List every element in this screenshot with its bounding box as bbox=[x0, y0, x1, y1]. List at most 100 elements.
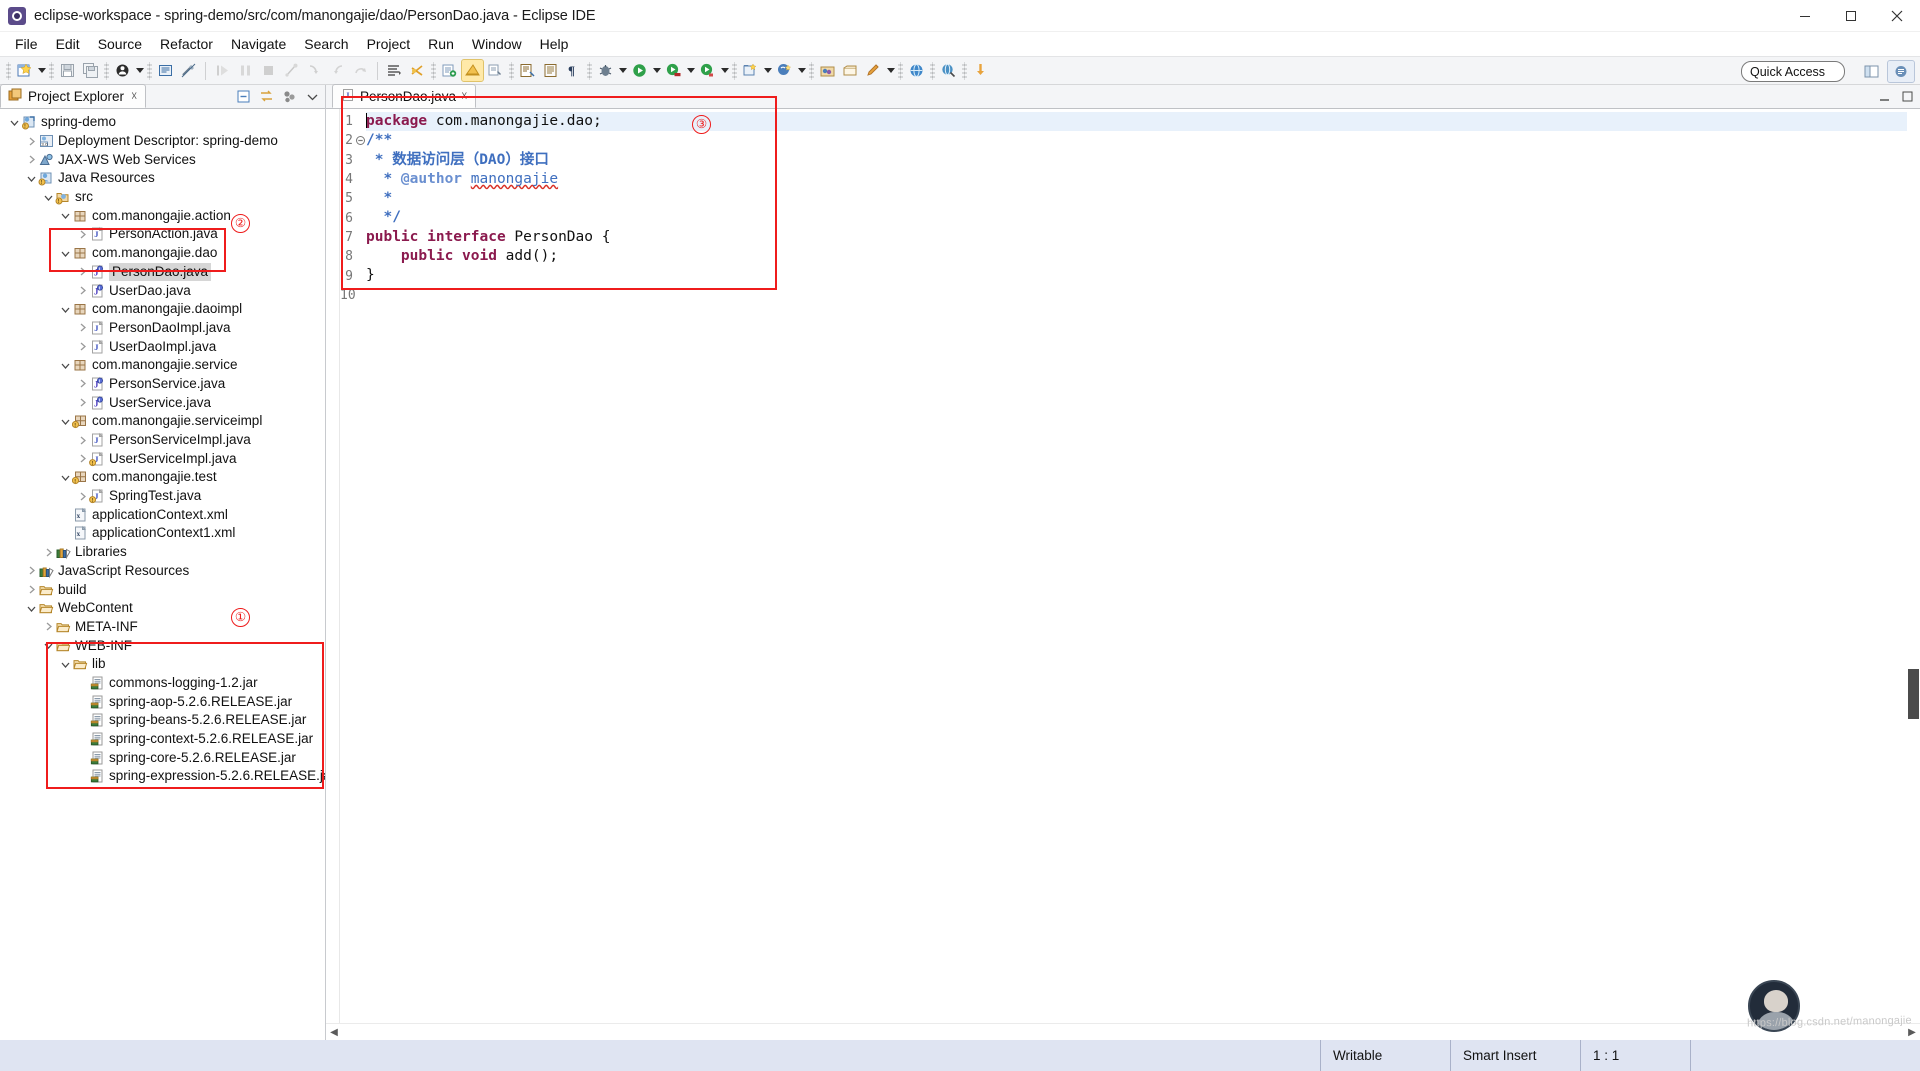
open-console-icon[interactable] bbox=[840, 60, 861, 81]
code-line[interactable]: } bbox=[366, 266, 1920, 285]
code-line[interactable]: * bbox=[366, 189, 1920, 208]
code-line[interactable]: public interface PersonDao { bbox=[366, 228, 1920, 247]
scrollbar-thumb[interactable] bbox=[1908, 669, 1919, 719]
chevron-right-icon[interactable] bbox=[42, 546, 55, 559]
chevron-down-icon[interactable] bbox=[59, 415, 72, 428]
menu-source[interactable]: Source bbox=[89, 34, 151, 54]
chevron-right-icon[interactable] bbox=[76, 321, 89, 334]
chevron-right-icon[interactable] bbox=[76, 490, 89, 503]
chevron-down-icon[interactable] bbox=[59, 247, 72, 260]
resume-icon[interactable] bbox=[212, 60, 233, 81]
chevron-right-icon[interactable] bbox=[76, 284, 89, 297]
menu-run[interactable]: Run bbox=[419, 34, 463, 54]
chevron-right-icon[interactable] bbox=[76, 228, 89, 241]
annotation-dropdown-icon[interactable] bbox=[885, 60, 896, 81]
view-menu-filter-icon[interactable] bbox=[281, 88, 298, 105]
minimize-view-icon[interactable] bbox=[1876, 88, 1893, 105]
tree-item[interactable]: J I PersonDao.java bbox=[0, 262, 325, 282]
new-wizard-dropdown-icon[interactable] bbox=[36, 60, 47, 81]
tree-item[interactable]: ! Java Resources bbox=[0, 169, 325, 188]
tree-item[interactable]: WEB-INF bbox=[0, 636, 325, 655]
tree-item[interactable]: J I UserDao.java bbox=[0, 281, 325, 300]
chevron-right-icon[interactable] bbox=[76, 340, 89, 353]
terminate-icon[interactable] bbox=[258, 60, 279, 81]
code-line[interactable]: public void add(); bbox=[366, 247, 1920, 266]
editor-horizontal-scrollbar[interactable]: ◀ ▶ bbox=[326, 1023, 1920, 1040]
chevron-down-icon[interactable] bbox=[25, 602, 38, 615]
skip-breakpoints-icon[interactable] bbox=[407, 60, 428, 81]
chevron-right-icon[interactable] bbox=[42, 620, 55, 633]
open-task-icon[interactable] bbox=[461, 59, 484, 82]
maximize-button[interactable] bbox=[1828, 0, 1874, 32]
chevron-right-icon[interactable] bbox=[76, 396, 89, 409]
chevron-down-icon[interactable] bbox=[42, 191, 55, 204]
open-file-icon[interactable] bbox=[540, 60, 561, 81]
chevron-down-icon[interactable] bbox=[59, 658, 72, 671]
minimize-button[interactable] bbox=[1782, 0, 1828, 32]
tree-item[interactable]: com.manongajie.dao bbox=[0, 244, 325, 263]
menu-file[interactable]: File bbox=[6, 34, 47, 54]
step-over-icon[interactable] bbox=[327, 60, 348, 81]
chevron-down-icon[interactable] bbox=[59, 471, 72, 484]
tree-item[interactable]: spring-expression-5.2.6.RELEASE.jar bbox=[0, 767, 325, 786]
chevron-right-icon[interactable] bbox=[76, 452, 89, 465]
annotation-icon[interactable] bbox=[863, 60, 884, 81]
tree-item[interactable]: J! UserServiceImpl.java bbox=[0, 449, 325, 468]
open-type-icon[interactable] bbox=[439, 60, 460, 81]
chevron-right-icon[interactable] bbox=[25, 135, 38, 148]
tree-item[interactable]: spring-core-5.2.6.RELEASE.jar bbox=[0, 748, 325, 767]
run-as-server-dropdown-icon[interactable] bbox=[685, 60, 696, 81]
chevron-down-icon[interactable] bbox=[8, 116, 21, 129]
tree-item[interactable]: com.manongajie.daoimpl bbox=[0, 300, 325, 319]
suspend-icon[interactable] bbox=[235, 60, 256, 81]
tree-item[interactable]: ! src bbox=[0, 188, 325, 207]
chevron-down-icon[interactable] bbox=[59, 359, 72, 372]
chevron-right-icon[interactable] bbox=[25, 153, 38, 166]
tab-project-explorer[interactable]: Project Explorer ☓ bbox=[0, 84, 147, 108]
chevron-down-icon[interactable] bbox=[59, 303, 72, 316]
scroll-left-icon[interactable]: ◀ bbox=[326, 1024, 342, 1040]
web-search-icon[interactable] bbox=[938, 60, 959, 81]
menu-edit[interactable]: Edit bbox=[47, 34, 89, 54]
tree-item[interactable]: J PersonDaoImpl.java bbox=[0, 319, 325, 338]
view-menu-icon[interactable] bbox=[304, 88, 321, 105]
code-line[interactable]: * 数据访问层（DAO）接口 bbox=[366, 151, 1920, 170]
annotate-icon[interactable] bbox=[485, 60, 506, 81]
fold-collapse-icon[interactable] bbox=[355, 135, 366, 146]
tree-item[interactable]: WebContent bbox=[0, 599, 325, 618]
tree-item[interactable]: J PersonServiceImpl.java bbox=[0, 431, 325, 450]
open-editor-icon[interactable] bbox=[517, 60, 538, 81]
save-all-icon[interactable] bbox=[80, 60, 101, 81]
search-reference-icon[interactable] bbox=[774, 60, 795, 81]
tree-item[interactable]: Libraries bbox=[0, 543, 325, 562]
chevron-right-icon[interactable] bbox=[76, 377, 89, 390]
new-project-dropdown-icon[interactable] bbox=[762, 60, 773, 81]
tree-item[interactable]: build bbox=[0, 580, 325, 599]
close-icon[interactable]: ☓ bbox=[461, 89, 467, 103]
tree-item[interactable]: META-INF bbox=[0, 618, 325, 637]
tree-item[interactable]: J I UserService.java bbox=[0, 393, 325, 412]
toggle-mark-occurrences-icon[interactable] bbox=[178, 60, 199, 81]
tree-item[interactable]: J I PersonService.java bbox=[0, 375, 325, 394]
new-java-class-dropdown-icon[interactable] bbox=[134, 60, 145, 81]
new-project-icon[interactable] bbox=[740, 60, 761, 81]
menu-project[interactable]: Project bbox=[358, 34, 420, 54]
tab-persondao-java[interactable]: J PersonDao.java ☓ bbox=[332, 84, 477, 108]
project-tree[interactable]: ! spring-demo 3.0 Deployment Descriptor: sp… bbox=[0, 109, 325, 1040]
profile-dropdown-icon[interactable] bbox=[719, 60, 730, 81]
tree-item[interactable]: spring-beans-5.2.6.RELEASE.jar bbox=[0, 711, 325, 730]
tree-item[interactable]: J! SpringTest.java bbox=[0, 487, 325, 506]
profile-icon[interactable] bbox=[697, 60, 718, 81]
chevron-right-icon[interactable] bbox=[76, 265, 89, 278]
print-icon[interactable] bbox=[155, 60, 176, 81]
step-return-icon[interactable] bbox=[350, 60, 371, 81]
maximize-view-icon[interactable] bbox=[1899, 88, 1916, 105]
run-dropdown-icon[interactable] bbox=[651, 60, 662, 81]
debug-icon[interactable] bbox=[595, 60, 616, 81]
link-with-editor-icon[interactable] bbox=[258, 88, 275, 105]
close-icon[interactable]: ☓ bbox=[131, 89, 137, 103]
search-reference-dropdown-icon[interactable] bbox=[796, 60, 807, 81]
chevron-right-icon[interactable] bbox=[25, 583, 38, 596]
editor-vertical-scrollbar[interactable] bbox=[1907, 109, 1920, 1023]
menu-navigate[interactable]: Navigate bbox=[222, 34, 295, 54]
